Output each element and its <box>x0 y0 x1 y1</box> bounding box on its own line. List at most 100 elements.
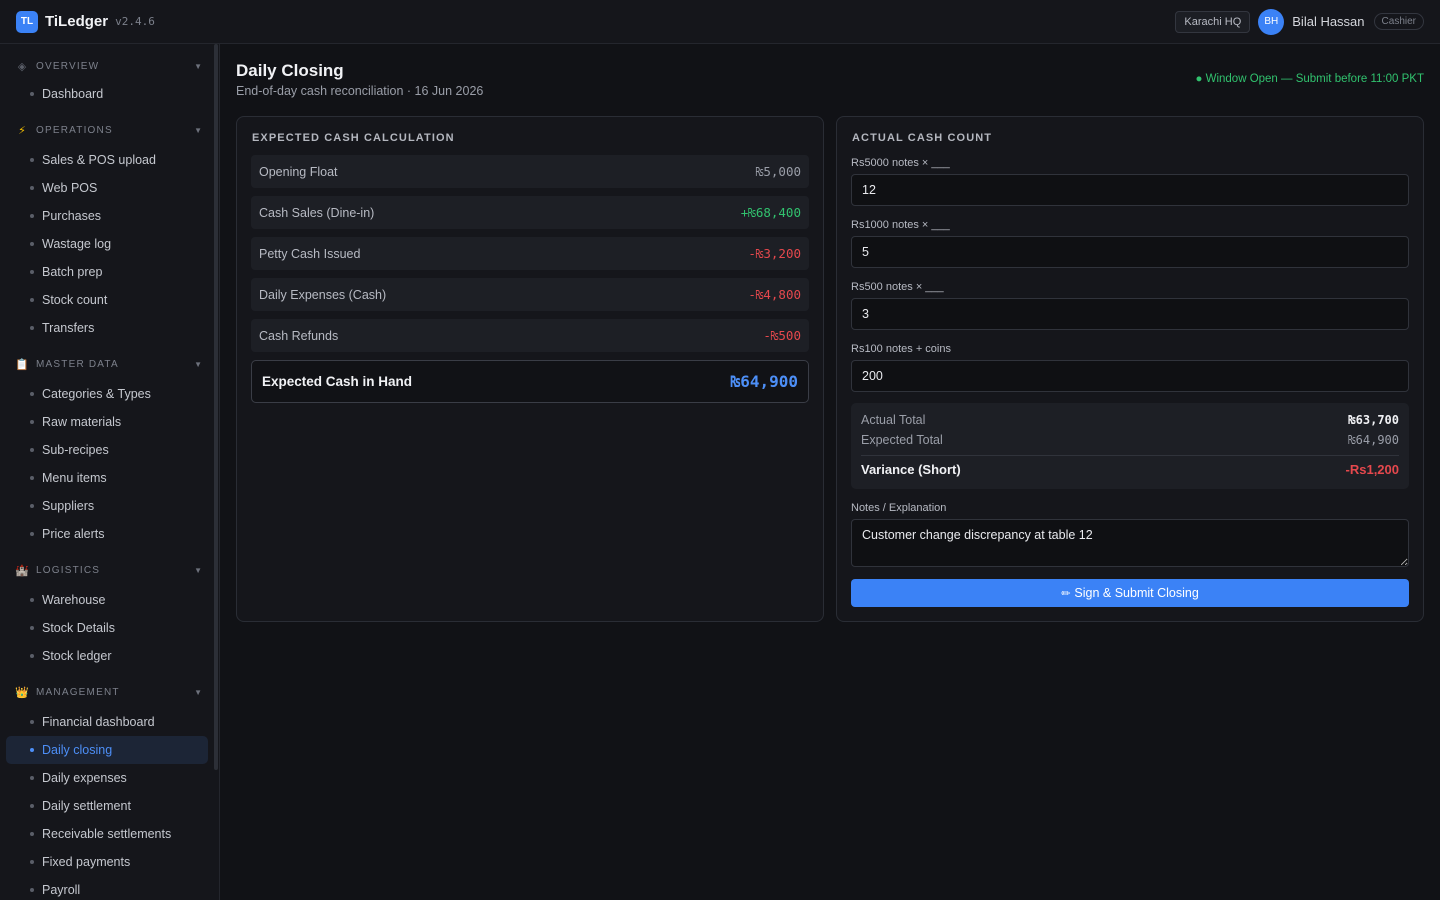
section-logistics[interactable]: 🏰 LOGISTICS ▼ <box>14 562 202 578</box>
chevron-down-icon[interactable]: ▼ <box>194 566 202 575</box>
notes-textarea[interactable]: Customer change discrepancy at table 12 <box>851 519 1409 567</box>
sidebar-item-label: Sales & POS upload <box>42 153 156 167</box>
section-operations[interactable]: ⚡ OPERATIONS ▼ <box>14 122 202 138</box>
sidebar-item-web-pos[interactable]: Web POS <box>6 174 208 202</box>
clipboard-icon: 📋 <box>15 358 29 371</box>
sidebar-item-price-alerts[interactable]: Price alerts <box>6 520 208 548</box>
sum-label: Actual Total <box>861 413 926 427</box>
section-title: OPERATIONS <box>36 124 113 136</box>
calc-label: Cash Sales (Dine-in) <box>259 205 375 220</box>
chevron-down-icon[interactable]: ▼ <box>194 360 202 369</box>
avatar[interactable]: BH <box>1258 8 1285 35</box>
sidebar-item-label: Wastage log <box>42 237 112 251</box>
top-bar: TL TiLedger v2.4.6 Karachi HQ BH Bilal H… <box>0 0 1440 44</box>
calc-value: -₨500 <box>763 328 801 343</box>
pen-icon: ✏ <box>1061 587 1071 600</box>
sidebar-item-wastage-log[interactable]: Wastage log <box>6 230 208 258</box>
sidebar-item-label: Price alerts <box>42 527 105 541</box>
total-value: ₨64,900 <box>730 372 798 391</box>
bullet-icon <box>30 326 34 330</box>
count-summary: Actual Total ₨63,700 Expected Total ₨64,… <box>851 403 1409 489</box>
sign-submit-button[interactable]: ✏ Sign & Submit Closing <box>851 579 1409 607</box>
sidebar-item-label: Daily expenses <box>42 771 127 785</box>
calc-value: ₨5,000 <box>755 164 801 179</box>
rs5000-count-input[interactable] <box>851 174 1409 206</box>
sidebar-item-fixed-payments[interactable]: Fixed payments <box>6 848 208 876</box>
sidebar-item-receivable-settlements[interactable]: Receivable settlements <box>6 820 208 848</box>
sidebar-item-suppliers[interactable]: Suppliers <box>6 492 208 520</box>
sidebar-item-label: Daily settlement <box>42 799 131 813</box>
sidebar-item-label: Stock ledger <box>42 649 112 663</box>
sidebar-item-raw-materials[interactable]: Raw materials <box>6 408 208 436</box>
bullet-icon <box>30 720 34 724</box>
sidebar-item-daily-expenses[interactable]: Daily expenses <box>6 764 208 792</box>
sidebar-item-stock-ledger[interactable]: Stock ledger <box>6 642 208 670</box>
summary-divider <box>861 455 1399 456</box>
calc-row-cash-refunds: Cash Refunds -₨500 <box>251 319 809 352</box>
rs100-coins-input[interactable] <box>851 360 1409 392</box>
section-title: OVERVIEW <box>36 60 100 72</box>
sidebar-item-stock-count[interactable]: Stock count <box>6 286 208 314</box>
sidebar-item-transfers[interactable]: Transfers <box>6 314 208 342</box>
sidebar-item-sub-recipes[interactable]: Sub-recipes <box>6 436 208 464</box>
branch-selector[interactable]: Karachi HQ <box>1175 10 1251 33</box>
sidebar-item-financial-dashboard[interactable]: Financial dashboard <box>6 708 208 736</box>
bullet-icon <box>30 598 34 602</box>
rs1000-count-input[interactable] <box>851 236 1409 268</box>
role-badge: Cashier <box>1373 13 1424 30</box>
bullet-icon <box>30 242 34 246</box>
sidebar-item-batch-prep[interactable]: Batch prep <box>6 258 208 286</box>
sidebar-item-label: Menu items <box>42 471 107 485</box>
sidebar-scrollbar[interactable] <box>214 44 218 770</box>
sidebar-item-label: Warehouse <box>42 593 106 607</box>
sidebar-item-payroll[interactable]: Payroll <box>6 876 208 900</box>
sidebar-item-label: Web POS <box>42 181 98 195</box>
expected-total-value: ₨64,900 <box>1348 433 1399 447</box>
app-name: TiLedger <box>45 13 109 30</box>
notes-label: Notes / Explanation <box>851 502 947 514</box>
bullet-icon <box>30 532 34 536</box>
crown-icon: 👑 <box>15 686 29 699</box>
sidebar-item-daily-settlement[interactable]: Daily settlement <box>6 792 208 820</box>
rs500-count-input[interactable] <box>851 298 1409 330</box>
expected-cash-card: EXPECTED CASH CALCULATION Opening Float … <box>236 116 824 622</box>
sidebar-item-purchases[interactable]: Purchases <box>6 202 208 230</box>
user-name[interactable]: Bilal Hassan <box>1292 14 1364 29</box>
chevron-down-icon[interactable]: ▼ <box>194 62 202 71</box>
actual-cash-card: ACTUAL CASH COUNT Rs5000 notes × ___ Rs1… <box>836 116 1424 622</box>
sidebar-item-menu-items[interactable]: Menu items <box>6 464 208 492</box>
section-management[interactable]: 👑 MANAGEMENT ▼ <box>14 684 202 700</box>
chevron-down-icon[interactable]: ▼ <box>194 688 202 697</box>
expected-cash-total: Expected Cash in Hand ₨64,900 <box>251 360 809 403</box>
sidebar-item-label: Receivable settlements <box>42 827 172 841</box>
app-logo[interactable]: TL <box>16 10 38 33</box>
calc-value: -₨3,200 <box>748 246 801 261</box>
chevron-down-icon[interactable]: ▼ <box>194 126 202 135</box>
card-title: EXPECTED CASH CALCULATION <box>252 132 455 144</box>
sum-label: Expected Total <box>861 433 943 447</box>
section-master-data[interactable]: 📋 MASTER DATA ▼ <box>14 356 202 372</box>
sidebar-item-label: Suppliers <box>42 499 95 513</box>
field-label-1000: Rs1000 notes × ___ <box>851 219 950 231</box>
submit-label: Sign & Submit Closing <box>1074 586 1199 600</box>
sidebar-item-categories-types[interactable]: Categories & Types <box>6 380 208 408</box>
sidebar-item-dashboard[interactable]: Dashboard <box>6 80 208 108</box>
sidebar-item-warehouse[interactable]: Warehouse <box>6 586 208 614</box>
sidebar-item-daily-closing[interactable]: Daily closing <box>6 736 208 764</box>
sidebar-item-label: Raw materials <box>42 415 122 429</box>
sidebar-item-stock-details[interactable]: Stock Details <box>6 614 208 642</box>
bullet-icon <box>30 626 34 630</box>
bullet-icon <box>30 860 34 864</box>
bullet-icon <box>30 804 34 808</box>
bullet-icon <box>30 214 34 218</box>
bullet-icon <box>30 888 34 892</box>
sidebar-item-sales-pos-upload[interactable]: Sales & POS upload <box>6 146 208 174</box>
section-title: MASTER DATA <box>36 358 119 370</box>
sidebar-item-label: Payroll <box>42 883 81 897</box>
calc-label: Petty Cash Issued <box>259 246 361 261</box>
total-label: Expected Cash in Hand <box>262 374 413 389</box>
bullet-icon <box>30 298 34 302</box>
section-overview[interactable]: ◈ OVERVIEW ▼ <box>14 58 202 74</box>
lightning-icon: ⚡ <box>18 124 26 137</box>
variance-value: -Rs1,200 <box>1345 462 1399 477</box>
